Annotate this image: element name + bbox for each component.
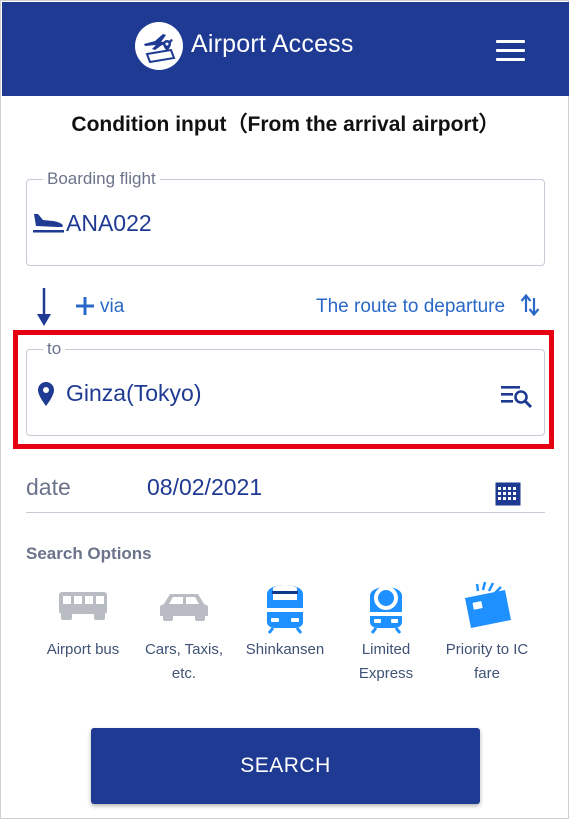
airplane-pin-logo-icon[interactable]: [135, 22, 183, 70]
bus-icon: [59, 592, 107, 620]
option-airport-bus-label: Airport bus: [46, 641, 120, 658]
airplane-landing-icon: [33, 214, 64, 233]
route-to-departure-label: The route to departure: [316, 296, 506, 317]
option-cars-taxis-label: Cars, Taxis, etc.: [144, 641, 224, 682]
swap-vertical-icon: [520, 294, 540, 316]
date-value: 08/02/2021: [147, 474, 263, 500]
app-header: Airport Access: [2, 2, 569, 96]
option-shinkansen-label: Shinkansen: [245, 641, 325, 658]
option-limited-express[interactable]: Limited Express: [336, 578, 436, 686]
boarding-flight-field[interactable]: Boarding flight ANA022: [26, 169, 545, 266]
list-search-icon[interactable]: [500, 383, 534, 409]
option-airport-bus[interactable]: Airport bus: [33, 578, 133, 662]
ic-card-icon: [465, 581, 511, 628]
route-to-departure-link[interactable]: The route to departure: [316, 294, 544, 324]
option-priority-ic-fare[interactable]: Priority to IC fare: [437, 578, 537, 686]
page-title: Condition input（From the arrival airport…: [71, 113, 500, 136]
limited-express-icon: [370, 586, 402, 634]
option-limited-express-label: Limited Express: [358, 641, 414, 682]
search-button[interactable]: SEARCH: [91, 728, 480, 804]
option-priority-ic-fare-label: Priority to IC fare: [445, 641, 529, 682]
route-controls: via The route to departure: [0, 288, 571, 328]
hamburger-menu-icon[interactable]: [496, 40, 525, 62]
search-options-title: Search Options: [26, 544, 152, 563]
option-cars-taxis[interactable]: Cars, Taxis, etc.: [134, 578, 234, 686]
date-label: date: [26, 474, 71, 500]
boarding-flight-value: ANA022: [66, 210, 152, 236]
arrow-down-icon: [37, 288, 51, 326]
car-icon: [160, 594, 208, 621]
app-title: Airport Access: [191, 30, 354, 58]
location-pin-icon: [38, 382, 54, 406]
calendar-icon[interactable]: [495, 482, 521, 506]
shinkansen-icon: [267, 585, 303, 634]
boarding-flight-label: Boarding flight: [43, 169, 160, 189]
destination-value: Ginza(Tokyo): [66, 380, 202, 406]
plus-icon: [76, 297, 94, 315]
date-field[interactable]: date 08/02/2021: [26, 472, 545, 513]
option-shinkansen[interactable]: Shinkansen: [235, 578, 335, 662]
destination-label: to: [43, 339, 66, 359]
add-via-label: via: [100, 296, 125, 317]
destination-field[interactable]: to Ginza(Tokyo): [26, 339, 545, 436]
